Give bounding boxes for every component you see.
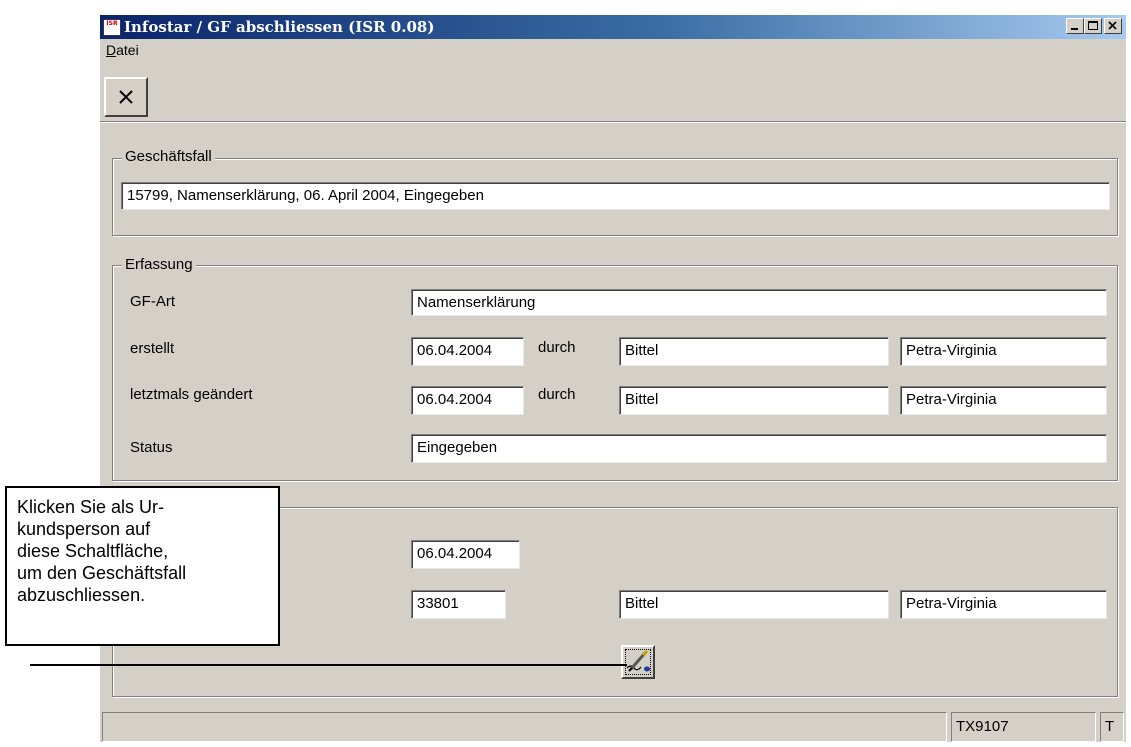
- abschluss-vorname-field[interactable]: Petra-Virginia: [900, 590, 1107, 619]
- close-x-icon: [119, 90, 133, 104]
- window-title: Infostar / GF abschliessen (ISR 0.08): [124, 18, 435, 36]
- app-icon[interactable]: ISR: [103, 19, 121, 36]
- geschaeftsfall-legend: Geschäftsfall: [122, 148, 215, 165]
- status-label: Status: [130, 439, 173, 456]
- title-bar[interactable]: ISR Infostar / GF abschliessen (ISR 0.08…: [100, 15, 1126, 39]
- geaendert-name-field[interactable]: Bittel: [619, 386, 889, 415]
- abschliessen-button[interactable]: [621, 645, 655, 679]
- minimize-icon: [1071, 28, 1078, 30]
- maximize-button[interactable]: [1084, 18, 1102, 34]
- status-pane-mode: T: [1100, 712, 1124, 742]
- geaendert-durch-label: durch: [538, 386, 576, 403]
- geaendert-vorname-field[interactable]: Petra-Virginia: [900, 386, 1107, 415]
- abschluss-id-field[interactable]: 33801: [411, 590, 506, 619]
- erstellt-label: erstellt: [130, 340, 175, 357]
- maximize-icon: [1088, 21, 1098, 30]
- minimize-button[interactable]: [1066, 18, 1084, 34]
- erstellt-durch-label: durch: [538, 339, 576, 356]
- gf-art-field[interactable]: Namenserklärung: [411, 289, 1107, 316]
- callout-line: diese Schaltfläche,: [17, 541, 169, 561]
- abschluss-date-field[interactable]: 06.04.2004: [411, 540, 520, 569]
- callout-pointer-line: [30, 664, 627, 666]
- menu-bar: Datei: [100, 39, 1126, 61]
- status-field[interactable]: Eingegeben: [411, 434, 1107, 463]
- app-icon-text: ISR: [106, 20, 118, 27]
- callout-line: um den Geschäftsfall: [17, 563, 187, 583]
- geaendert-date-field[interactable]: 06.04.2004: [411, 386, 524, 415]
- close-icon: [1108, 21, 1117, 30]
- erstellt-vorname-field[interactable]: Petra-Virginia: [900, 337, 1107, 366]
- close-button[interactable]: [1104, 18, 1122, 34]
- status-pane-main: [102, 712, 947, 742]
- callout-line: abzuschliessen.: [17, 585, 146, 605]
- toolbar-separator: [100, 121, 1126, 123]
- status-pane-user: TX9107: [951, 712, 1096, 742]
- geschaeftsfall-field[interactable]: 15799, Namenserklärung, 06. April 2004, …: [121, 182, 1110, 210]
- gf-art-label: GF-Art: [130, 293, 175, 310]
- instruction-callout: Klicken Sie als Ur- kundsperson auf dies…: [5, 486, 280, 646]
- abschluss-name-field[interactable]: Bittel: [619, 590, 889, 619]
- close-tool-button[interactable]: [104, 77, 148, 117]
- erstellt-name-field[interactable]: Bittel: [619, 337, 889, 366]
- callout-line: Klicken Sie als Ur-: [17, 497, 165, 517]
- erstellt-date-field[interactable]: 06.04.2004: [411, 337, 524, 366]
- menu-datei[interactable]: Datei: [106, 42, 139, 58]
- pen-sign-icon: [626, 649, 650, 672]
- callout-line: kundsperson auf: [17, 519, 151, 539]
- erfassung-legend: Erfassung: [122, 256, 196, 273]
- geaendert-label: letztmals geändert: [130, 386, 253, 403]
